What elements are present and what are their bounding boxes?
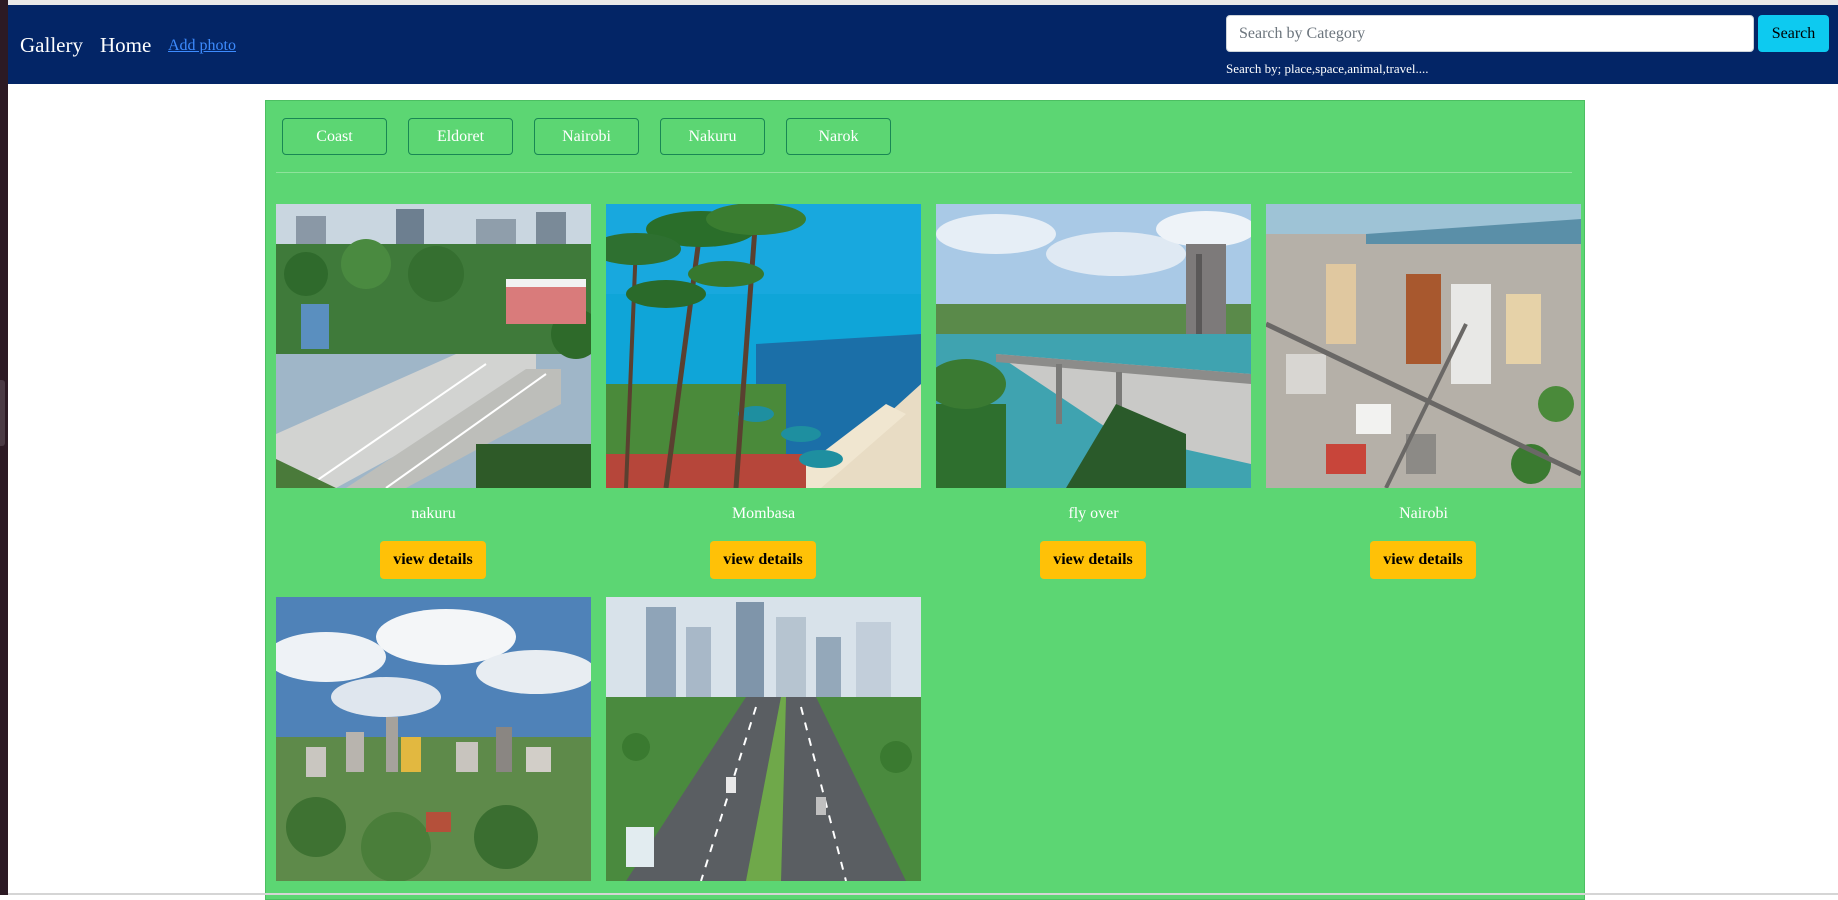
- gallery-container: Coast Eldoret Nairobi Nakuru Narok nakur…: [265, 100, 1585, 900]
- divider: [276, 172, 1572, 173]
- card-title: Nairobi: [1399, 505, 1448, 522]
- desktop-dock-handle[interactable]: [0, 380, 5, 446]
- add-photo-link[interactable]: Add photo: [168, 37, 236, 55]
- card-title: nakuru: [411, 505, 456, 522]
- view-details-button[interactable]: view details: [1040, 541, 1146, 579]
- photo-city-skyline[interactable]: [276, 597, 591, 881]
- category-nakuru-button[interactable]: Nakuru: [660, 118, 765, 155]
- photo-bridge[interactable]: [936, 204, 1251, 488]
- view-details-button[interactable]: view details: [1370, 541, 1476, 579]
- category-coast-button[interactable]: Coast: [282, 118, 387, 155]
- photo-expressway[interactable]: [606, 597, 921, 881]
- brand-link[interactable]: Gallery: [20, 33, 83, 58]
- nav-home-link[interactable]: Home: [100, 33, 151, 58]
- desktop-edge: [0, 0, 8, 895]
- view-details-button[interactable]: view details: [710, 541, 816, 579]
- photo-beach[interactable]: [606, 204, 921, 488]
- photo-aerial-city[interactable]: [1266, 204, 1581, 488]
- card-title: fly over: [1068, 505, 1119, 522]
- search-button[interactable]: Search: [1758, 15, 1829, 52]
- category-nairobi-button[interactable]: Nairobi: [534, 118, 639, 155]
- category-narok-button[interactable]: Narok: [786, 118, 891, 155]
- card-title: Mombasa: [731, 505, 796, 522]
- photo-highway-interchange[interactable]: [276, 204, 591, 488]
- page: Gallery Home Add photo Search Search by;…: [8, 0, 1838, 900]
- search-input[interactable]: [1226, 15, 1754, 52]
- navbar: Gallery Home Add photo Search Search by;…: [8, 5, 1838, 84]
- search-hint: Search by; place,space,animal,travel....: [1226, 61, 1429, 76]
- view-details-button[interactable]: view details: [380, 541, 486, 579]
- category-eldoret-button[interactable]: Eldoret: [408, 118, 513, 155]
